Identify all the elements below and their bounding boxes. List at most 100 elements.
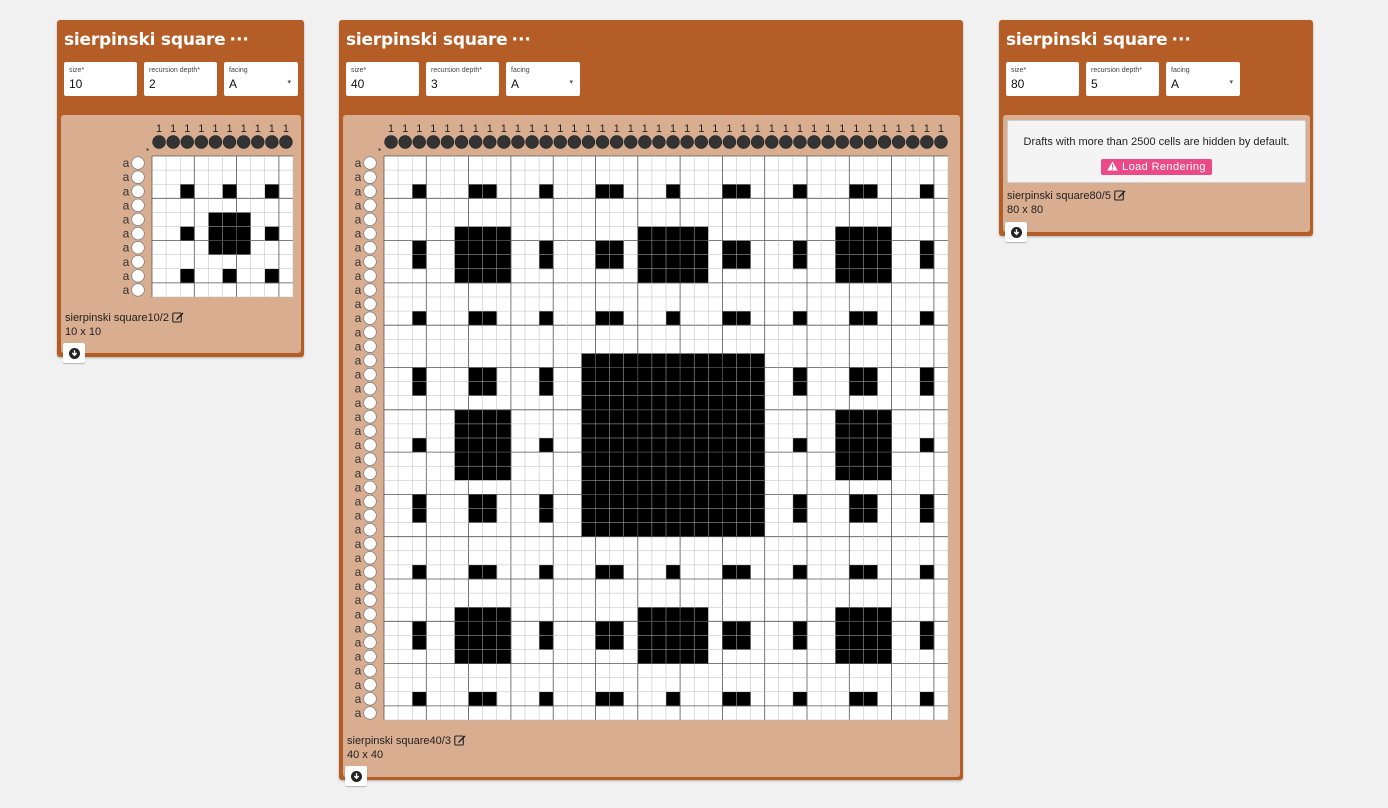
edit-icon[interactable] (172, 311, 184, 323)
weft-color-chip[interactable] (363, 339, 377, 354)
warp-color-chip[interactable] (765, 135, 779, 149)
operation-title[interactable]: sierpinski square ··· (1006, 30, 1191, 50)
size-field-value[interactable]: 10 (69, 78, 133, 91)
weft-color-chip[interactable] (363, 579, 377, 593)
warp-color-chip[interactable] (793, 135, 807, 149)
warp-color-chip[interactable] (863, 135, 878, 149)
warp-color-chip[interactable] (454, 135, 469, 149)
warp-color-chip[interactable] (222, 135, 237, 149)
weft-color-chip[interactable] (131, 240, 145, 255)
size-field[interactable]: size* 40 (346, 62, 419, 96)
weft-color-chip[interactable] (131, 283, 145, 297)
warp-color-chip[interactable] (736, 135, 751, 149)
weft-color-chip[interactable] (131, 255, 145, 269)
weft-color-chip[interactable] (363, 255, 377, 269)
weft-color-chip[interactable] (131, 198, 145, 212)
warp-color-chip[interactable] (398, 135, 412, 149)
download-button[interactable] (1005, 222, 1027, 242)
size-field[interactable]: size* 80 (1006, 62, 1079, 96)
more-menu-icon[interactable]: ··· (230, 30, 249, 50)
facing-select-value[interactable]: A (511, 78, 576, 91)
weft-color-chip[interactable] (363, 226, 377, 241)
weft-color-chip[interactable] (363, 480, 377, 495)
weft-color-chip[interactable] (363, 508, 377, 523)
weft-color-chip[interactable] (363, 212, 377, 227)
weft-color-chip[interactable] (363, 635, 377, 650)
warp-color-chip[interactable] (525, 135, 539, 149)
facing-select[interactable]: facing A ▾ (224, 62, 298, 96)
weft-color-chip[interactable] (363, 367, 377, 382)
load-rendering-button[interactable]: Load Rendering (1101, 159, 1212, 175)
more-menu-icon[interactable]: ··· (1172, 30, 1191, 50)
warp-color-chip[interactable] (877, 135, 892, 149)
warp-color-chip[interactable] (265, 135, 279, 149)
weft-color-chip[interactable] (131, 184, 145, 198)
size-field[interactable]: size* 10 (64, 62, 137, 96)
weft-color-chip[interactable] (363, 170, 377, 184)
weft-color-chip[interactable] (363, 678, 377, 692)
warp-color-chip[interactable] (251, 135, 265, 149)
weft-color-chip[interactable] (363, 494, 377, 509)
warp-color-chip[interactable] (412, 135, 426, 149)
size-field-value[interactable]: 80 (1011, 78, 1075, 91)
weft-color-chip[interactable] (363, 156, 377, 170)
weft-color-chip[interactable] (363, 353, 377, 368)
operation-title[interactable]: sierpinski square ··· (64, 30, 249, 50)
warp-color-chip[interactable] (934, 135, 948, 149)
warp-color-chip[interactable] (553, 135, 567, 149)
warp-color-chip[interactable] (194, 135, 209, 149)
weft-color-chip[interactable] (363, 537, 377, 551)
warp-color-chip[interactable] (581, 135, 596, 149)
weft-color-chip[interactable] (363, 621, 377, 635)
operation-card-2[interactable]: sierpinski square ··· size* 40 recursion … (339, 20, 963, 786)
weft-color-chip[interactable] (363, 424, 377, 438)
size-field-value[interactable]: 40 (351, 78, 415, 91)
recursion-depth-field-value[interactable]: 2 (149, 78, 213, 91)
warp-color-chip[interactable] (152, 135, 166, 149)
weft-color-chip[interactable] (363, 269, 377, 283)
warp-color-chip[interactable] (722, 135, 737, 149)
weft-color-chip[interactable] (131, 170, 145, 184)
warp-color-chip[interactable] (849, 135, 864, 149)
warp-color-chip[interactable] (708, 135, 723, 149)
warp-color-chip[interactable] (497, 135, 511, 149)
weft-color-chip[interactable] (363, 311, 377, 325)
weft-color-chip[interactable] (363, 692, 377, 706)
weft-color-chip[interactable] (363, 551, 377, 565)
facing-select[interactable]: facing A ▾ (1166, 62, 1240, 96)
warp-color-chip[interactable] (426, 135, 441, 149)
warp-color-chip[interactable] (440, 135, 455, 149)
weft-color-chip[interactable] (363, 283, 377, 297)
operation-card-3[interactable]: sierpinski square ··· size* 80 recursion … (999, 20, 1313, 242)
warp-color-chip[interactable] (750, 135, 765, 149)
warp-color-chip[interactable] (384, 135, 398, 149)
warp-color-chip[interactable] (609, 135, 624, 149)
recursion-depth-field-value[interactable]: 5 (1091, 78, 1155, 91)
download-button[interactable] (345, 766, 367, 786)
recursion-depth-field[interactable]: recursion depth* 5 (1086, 62, 1159, 96)
warp-color-chip[interactable] (166, 135, 180, 149)
weft-color-chip[interactable] (131, 269, 145, 283)
weft-color-chip[interactable] (363, 297, 377, 311)
warp-color-chip[interactable] (835, 135, 849, 149)
weft-color-chip[interactable] (363, 523, 377, 537)
operation-title[interactable]: sierpinski square ··· (346, 30, 531, 50)
facing-select-value[interactable]: A (1171, 78, 1236, 91)
weft-color-chip[interactable] (363, 198, 377, 212)
warp-color-chip[interactable] (279, 135, 293, 149)
facing-select[interactable]: facing A ▾ (506, 62, 580, 96)
warp-color-chip[interactable] (595, 135, 610, 149)
weft-color-chip[interactable] (363, 593, 377, 607)
warp-color-chip[interactable] (906, 135, 920, 149)
warp-color-chip[interactable] (483, 135, 497, 149)
recursion-depth-field[interactable]: recursion depth* 3 (426, 62, 499, 96)
weft-color-chip[interactable] (363, 607, 377, 621)
weft-color-chip[interactable] (363, 396, 377, 410)
weft-color-chip[interactable] (131, 156, 145, 170)
weft-color-chip[interactable] (363, 325, 377, 339)
facing-select-value[interactable]: A (229, 78, 294, 91)
weft-color-chip[interactable] (363, 382, 377, 396)
recursion-depth-field-value[interactable]: 3 (431, 78, 495, 91)
warp-color-chip[interactable] (680, 135, 694, 149)
weft-color-chip[interactable] (363, 438, 377, 452)
